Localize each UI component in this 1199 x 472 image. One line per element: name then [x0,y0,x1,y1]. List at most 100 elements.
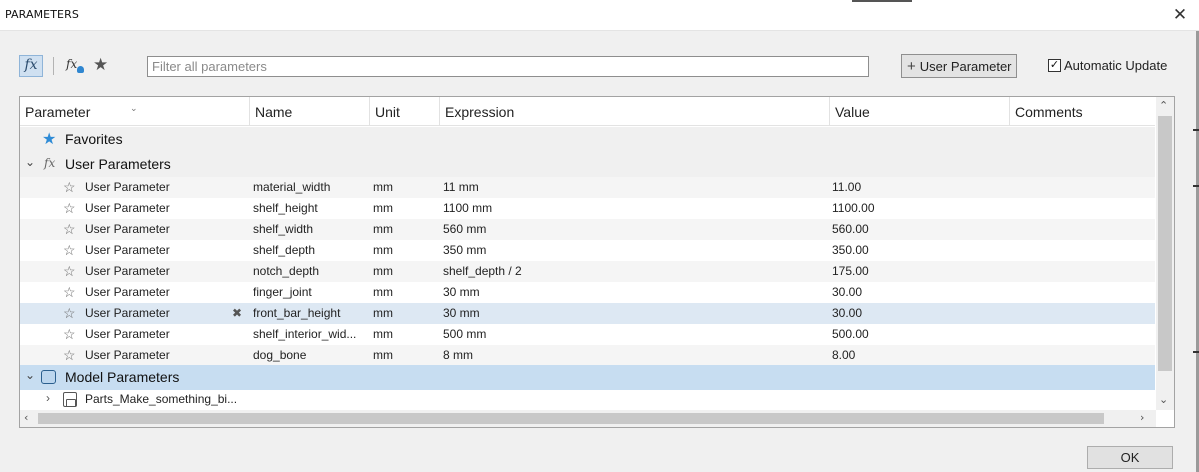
cell-unit: mm [373,243,393,257]
chevron-right-icon[interactable]: › [46,391,50,405]
cell-value: 350.00 [832,243,869,257]
scroll-down-icon[interactable]: ⌄ [1159,393,1168,406]
cell-expression[interactable]: 1100 mm [443,198,828,219]
automatic-update-checkbox[interactable]: ✓ [1048,59,1061,72]
window-title: PARAMETERS [5,8,79,21]
user-badge-icon [77,66,84,73]
cell-expression[interactable]: 350 mm [443,240,828,261]
cell-comments[interactable] [1012,198,1152,219]
favorite-star-icon[interactable]: ☆ [63,241,76,260]
table-row[interactable]: ☆ User Parameter finger_joint mm 30 mm 30.00 [20,282,1155,303]
column-header-parameter[interactable]: Parameter ⌄ [20,97,250,126]
ok-button[interactable]: OK [1087,446,1173,469]
column-header-comments[interactable]: Comments [1010,97,1155,126]
vertical-scrollbar[interactable]: ⌃ ⌄ [1156,97,1174,410]
cell-unit: mm [373,327,393,341]
cell-comments[interactable] [1012,303,1152,324]
cell-name[interactable]: front_bar_height [253,303,370,324]
favorite-star-icon[interactable]: ☆ [63,220,76,239]
scroll-right-icon[interactable]: › [1140,411,1144,424]
horizontal-scroll-thumb[interactable] [38,413,1104,424]
automatic-update-toggle[interactable]: ✓ Automatic Update [1048,58,1167,73]
cell-comments[interactable] [1012,261,1152,282]
title-bar: PARAMETERS ✕ [0,0,1199,31]
cell-unit: mm [373,222,393,236]
cell-name[interactable]: finger_joint [253,282,370,303]
fx-user-label: fx [66,57,78,71]
cell-expression[interactable]: 11 mm [443,177,828,198]
cell-parameter: User Parameter [85,201,170,215]
cell-expression[interactable]: 30 mm [443,303,828,324]
cell-expression[interactable]: 30 mm [443,282,828,303]
cell-parameter: User Parameter [85,264,170,278]
cell-parameter: User Parameter [85,243,170,257]
cell-name[interactable]: material_width [253,177,370,198]
favorite-star-icon[interactable]: ☆ [63,346,76,365]
column-header-label: Unit [375,104,400,120]
close-icon[interactable]: ✕ [1169,4,1191,26]
table-row[interactable]: ☆ User Parameter notch_depth mm shelf_depth … [20,261,1155,282]
cell-name[interactable]: notch_depth [253,261,370,282]
favorite-star-icon[interactable]: ☆ [63,283,76,302]
horizontal-scrollbar[interactable]: ‹ › [20,410,1156,427]
cell-value: 30.00 [832,306,863,320]
table-header: Parameter ⌄ Name Unit Expression Value C… [20,97,1155,126]
model-component-row[interactable]: › Parts_Make_something_bi... [20,389,1155,410]
add-user-parameter-button[interactable]: + User Parameter [901,54,1017,78]
cell-name[interactable]: shelf_depth [253,240,370,261]
table-row[interactable]: ☆ User Parameter material_width mm 11 mm 11.0… [20,177,1155,198]
cell-expression[interactable]: 560 mm [443,219,828,240]
column-header-name[interactable]: Name [250,97,370,126]
fx-user-parameters-icon[interactable]: fx [66,57,88,77]
cell-comments[interactable] [1012,219,1152,240]
fx-icon: fx [44,156,56,170]
favorite-star-icon[interactable]: ☆ [63,304,76,323]
cell-comments[interactable] [1012,177,1152,198]
cell-comments[interactable] [1012,240,1152,261]
favorite-star-icon[interactable]: ☆ [63,262,76,281]
group-label: Favorites [65,131,123,147]
cell-comments[interactable] [1012,282,1152,303]
cell-name[interactable]: shelf_interior_wid... [253,324,370,345]
component-name: Parts_Make_something_bi... [85,392,238,406]
chevron-down-icon[interactable]: ⌄ [25,155,35,169]
table-row[interactable]: ☆ ✖ User Parameter front_bar_height mm 30 mm 3… [20,303,1155,324]
column-header-label: Comments [1015,104,1083,120]
favorite-star-icon[interactable]: ☆ [63,199,76,218]
cell-name[interactable]: shelf_height [253,198,370,219]
cell-value: 1100.00 [832,201,875,215]
cell-name[interactable]: dog_bone [253,345,370,366]
group-favorites[interactable]: ★ Favorites [20,127,1155,152]
cell-unit: mm [373,264,393,278]
column-header-expression[interactable]: Expression [440,97,830,126]
component-icon [63,392,77,407]
table-row[interactable]: ☆ User Parameter shelf_depth mm 350 mm 350.00 [20,240,1155,261]
automatic-update-label: Automatic Update [1064,58,1168,73]
table-row[interactable]: ☆ User Parameter shelf_width mm 560 mm 560.00 [20,219,1155,240]
cell-comments[interactable] [1012,324,1152,345]
table-row[interactable]: ☆ User Parameter shelf_height mm 1100 mm 1100… [20,198,1155,219]
group-model-parameters[interactable]: ⌄ Model Parameters [20,365,1155,390]
group-user-parameters[interactable]: ⌄ fx User Parameters [20,152,1155,177]
fx-all-parameters-icon[interactable]: fx [19,55,43,77]
cell-expression[interactable]: 8 mm [443,345,828,366]
cell-name[interactable]: shelf_width [253,219,370,240]
favorites-star-icon[interactable]: ★ [93,55,113,75]
table-row[interactable]: ☆ User Parameter dog_bone mm 8 mm 8.00 [20,345,1155,366]
column-header-unit[interactable]: Unit [370,97,440,126]
scroll-left-icon[interactable]: ‹ [24,411,28,424]
delete-parameter-icon[interactable]: ✖ [232,303,242,324]
cell-expression[interactable]: 500 mm [443,324,828,345]
favorite-star-icon[interactable]: ☆ [63,178,76,197]
scroll-up-icon[interactable]: ⌃ [1159,99,1168,112]
cell-parameter: User Parameter [85,327,170,341]
vertical-scroll-thumb[interactable] [1158,116,1172,371]
table-row[interactable]: ☆ User Parameter shelf_interior_wid... mm 50… [20,324,1155,345]
chevron-down-icon[interactable]: ⌄ [25,368,35,382]
column-header-value[interactable]: Value [830,97,1010,126]
cell-comments[interactable] [1012,345,1152,366]
favorite-star-icon[interactable]: ☆ [63,325,76,344]
cell-value: 560.00 [832,222,869,236]
cell-expression[interactable]: shelf_depth / 2 [443,261,828,282]
filter-input[interactable] [147,56,869,77]
